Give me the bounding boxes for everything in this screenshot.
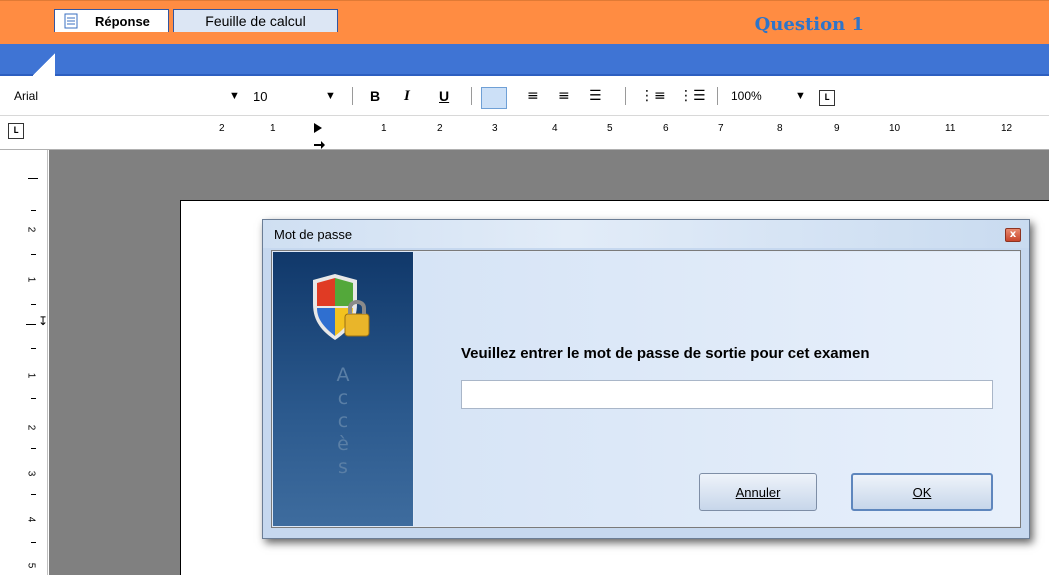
password-input[interactable]	[461, 380, 993, 409]
ruler-mark	[31, 254, 36, 255]
dialog-sidebar: A c c è s	[273, 252, 413, 526]
ruler-mark	[31, 304, 36, 305]
ruler-mark	[31, 348, 36, 349]
chevron-down-icon[interactable]: ▼	[229, 76, 240, 116]
ruler-label: 5	[25, 562, 37, 569]
toolbar-separator	[625, 87, 626, 105]
ruler-mark	[31, 398, 36, 399]
ruler-label: 1	[270, 123, 276, 134]
ruler-label: 3	[492, 123, 498, 134]
tab-feuille-de-calcul[interactable]: Feuille de calcul	[173, 9, 338, 32]
close-icon[interactable]: x	[1005, 228, 1021, 242]
font-size-select[interactable]: 10	[253, 76, 267, 116]
sidebar-letter: c	[337, 410, 349, 432]
ruler-mark	[28, 178, 38, 179]
tab-label: Réponse	[95, 13, 150, 29]
dialog-content: Veuillez entrer le mot de passe de sorti…	[414, 252, 1020, 526]
ruler-mark	[31, 210, 36, 211]
toolbar-separator	[471, 87, 472, 105]
align-left-active-highlight	[481, 87, 507, 109]
ruler-label: 3	[25, 470, 37, 477]
align-right-icon[interactable]: ≡	[558, 76, 570, 116]
margin-marker-icon[interactable]: ↧	[38, 314, 48, 328]
shield-lock-icon	[313, 274, 370, 340]
ruler-label: 5	[607, 123, 613, 134]
sidebar-letter: s	[338, 456, 348, 478]
ruler-mark	[31, 494, 36, 495]
cancel-button[interactable]: Annuler	[699, 473, 817, 511]
toolbar-separator	[352, 87, 353, 105]
ruler-mark	[31, 542, 36, 543]
ruler-label: 2	[25, 424, 37, 431]
ruler-label: 9	[834, 123, 840, 134]
password-dialog: Mot de passe x A c c è s Veuillez entrer…	[262, 219, 1030, 539]
dialog-titlebar[interactable]: Mot de passe x	[263, 220, 1029, 248]
ok-label: OK	[912, 484, 932, 500]
ruler-label: 8	[777, 123, 783, 134]
ruler-label: 4	[25, 516, 37, 523]
ruler-label: 12	[1001, 123, 1013, 134]
password-prompt: Veuillez entrer le mot de passe de sorti…	[461, 345, 870, 362]
sidebar-letter: A	[336, 364, 350, 386]
toolbar-separator	[717, 87, 718, 105]
ruler-label: 7	[718, 123, 724, 134]
ruler-label: 4	[552, 123, 558, 134]
chevron-down-icon[interactable]: ▼	[795, 76, 806, 116]
ruler-label: 1	[25, 276, 37, 283]
document-icon	[64, 13, 78, 29]
tab-decoration	[33, 53, 55, 76]
dialog-title: Mot de passe	[274, 227, 353, 242]
justify-icon[interactable]: ☰	[589, 76, 602, 116]
ruler-label: 2	[25, 226, 37, 233]
ruler-label: 10	[889, 123, 901, 134]
tab-stop-icon[interactable]: L	[8, 123, 24, 139]
tab-label: Feuille de calcul	[205, 13, 306, 29]
align-center-icon[interactable]: ≡	[527, 76, 539, 116]
tab-stop-icon[interactable]: L	[819, 90, 835, 106]
chevron-down-icon[interactable]: ▼	[325, 76, 336, 116]
indent-marker-icon[interactable]	[312, 121, 326, 149]
zoom-select[interactable]: 100%	[731, 76, 762, 116]
ruler-label: 2	[219, 123, 225, 134]
ok-button[interactable]: OK	[851, 473, 993, 511]
tab-strip	[0, 44, 1049, 76]
horizontal-ruler: L 2 1 1 2 3 4 5 6 7 8 9 10 11 12	[0, 117, 1049, 150]
ruler-label: 2	[437, 123, 443, 134]
cancel-label: Annuler	[735, 484, 781, 500]
italic-button[interactable]: I	[404, 76, 410, 116]
sidebar-letter: è	[337, 433, 349, 455]
font-name-select[interactable]: Arial	[14, 76, 38, 116]
sidebar-letter: c	[337, 387, 349, 409]
ruler-label: 1	[381, 123, 387, 134]
vertical-ruler: 2 1 ↧ 1 2 3 4 5	[0, 150, 48, 575]
ruler-label: 1	[25, 372, 37, 379]
formatting-toolbar: Arial ▼ 10 ▼ B I U ☰ ≡ ≡ ☰ ⋮≡ ⋮☰ 100% ▼	[0, 76, 1049, 116]
bullet-list-icon[interactable]: ⋮☰	[679, 76, 706, 116]
bold-button[interactable]: B	[370, 76, 380, 116]
ruler-label: 6	[663, 123, 669, 134]
ruler-label: 11	[945, 123, 956, 134]
numbered-list-icon[interactable]: ⋮≡	[640, 76, 666, 116]
ruler-mark	[31, 448, 36, 449]
underline-button[interactable]: U	[439, 76, 449, 116]
access-vertical-text: A c c è s	[273, 364, 413, 479]
question-title: Question 1	[754, 14, 864, 35]
tab-reponse[interactable]: Réponse	[54, 9, 169, 32]
ruler-mark	[26, 324, 36, 325]
dialog-body: A c c è s Veuillez entrer le mot de pass…	[271, 250, 1021, 528]
